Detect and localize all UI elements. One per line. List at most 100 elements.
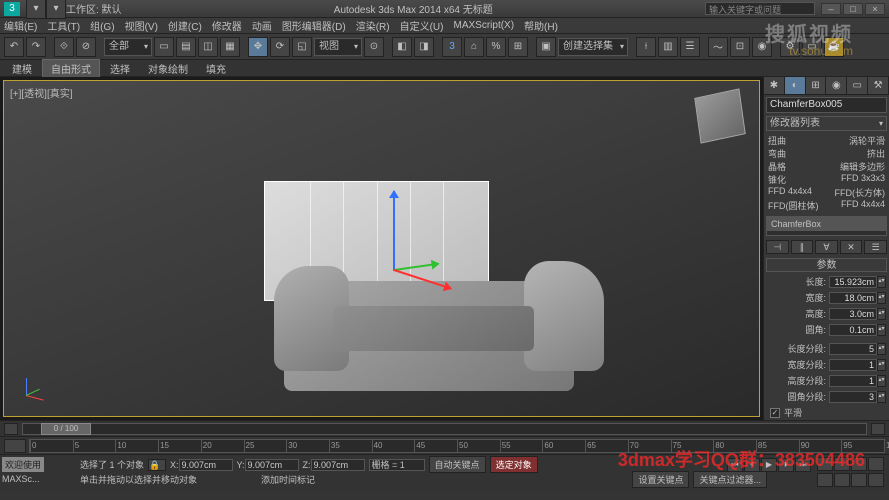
schematic-button[interactable]: ⊡ (730, 37, 750, 57)
menu-item[interactable]: 动画 (252, 18, 272, 33)
goto-end-button[interactable]: ⏭ (795, 458, 811, 472)
material-button[interactable]: ◉ (752, 37, 772, 57)
link-button[interactable]: ⟐ (54, 37, 74, 57)
params-rollout-header[interactable]: 参数 (766, 258, 887, 272)
curve-editor-button[interactable]: 〜 (708, 37, 728, 57)
show-end-button[interactable]: ∥ (791, 240, 814, 254)
modifier-shortcut[interactable]: 晶格编辑多边形 (766, 160, 887, 173)
spinner-icon[interactable]: ▴▾ (877, 276, 886, 288)
display-tab[interactable]: ▭ (847, 77, 868, 94)
viewcube[interactable] (694, 88, 746, 143)
walk-button[interactable] (868, 473, 884, 487)
modifier-list-dropdown[interactable]: 修改器列表▾ (766, 116, 887, 131)
menu-item[interactable]: 编辑(E) (4, 18, 37, 33)
ribbon-tab[interactable]: 自由形式 (42, 59, 100, 78)
titlebar-btn[interactable]: ▾ (26, 0, 46, 19)
lock-sel-button[interactable]: 🔒 (148, 459, 166, 471)
spinner-snap-button[interactable]: ⊞ (508, 37, 528, 57)
zoom-all-button[interactable] (851, 457, 867, 471)
welcome-link[interactable]: 欢迎使用 (2, 457, 44, 472)
spinner-icon[interactable]: ▴▾ (877, 292, 886, 304)
add-time-tag[interactable]: 添加时间标记 (261, 473, 315, 486)
viewport-label[interactable]: [+][透视][真实] (10, 85, 73, 100)
unique-button[interactable]: ∀ (815, 240, 838, 254)
axis-z[interactable] (393, 191, 395, 271)
time-slider-track[interactable]: 0 / 100 (22, 423, 867, 435)
rotate-button[interactable]: ⟳ (270, 37, 290, 57)
autokey-button[interactable]: 自动关键点 (429, 456, 486, 473)
selected-filter[interactable]: 选定对象 (490, 456, 538, 473)
time-slider-handle[interactable]: 0 / 100 (41, 423, 91, 435)
render-button[interactable]: ☕ (824, 37, 844, 57)
stack-item[interactable]: ChamferBox (767, 217, 886, 231)
menu-item[interactable]: 图形编辑器(D) (282, 18, 346, 33)
coord-z-input[interactable] (311, 459, 365, 471)
menu-item[interactable]: 帮助(H) (524, 18, 558, 33)
pivot-button[interactable]: ⊙ (364, 37, 384, 57)
hierarchy-tab[interactable]: ⊞ (806, 77, 827, 94)
menu-item[interactable]: MAXScript(X) (453, 20, 514, 31)
named-sel-button[interactable]: ▣ (536, 37, 556, 57)
remove-mod-button[interactable]: ✕ (840, 240, 863, 254)
goto-start-button[interactable]: ⏮ (727, 458, 743, 472)
spinner-icon[interactable]: ▴▾ (877, 391, 886, 403)
move-button[interactable]: ✥ (248, 37, 268, 57)
render-frame-button[interactable]: ▭ (802, 37, 822, 57)
menu-item[interactable]: 渲染(R) (356, 18, 390, 33)
modifier-shortcut[interactable]: 扭曲涡轮平滑 (766, 134, 887, 147)
max-toggle-button[interactable] (851, 473, 867, 487)
modifier-shortcut[interactable]: FFD(圆柱体)FFD 4x4x4 (766, 199, 887, 212)
ribbon-tab[interactable]: 填充 (198, 60, 234, 77)
mirror-button[interactable]: ⟊ (636, 37, 656, 57)
unlink-button[interactable]: ⊘ (76, 37, 96, 57)
menu-item[interactable]: 自定义(U) (400, 18, 444, 33)
time-ruler[interactable]: 0510152025303540455055606570758085909510… (29, 439, 885, 453)
manipulate-button[interactable]: ◧ (392, 37, 412, 57)
ribbon-tab[interactable]: 选择 (102, 60, 138, 77)
maxscript-listener[interactable]: MAXSc... (2, 474, 74, 484)
menu-item[interactable]: 组(G) (90, 18, 114, 33)
help-search-input[interactable]: 输入关键字或问题 (705, 2, 815, 15)
close-button[interactable]: × (865, 3, 885, 15)
param-value-input[interactable]: 3.0cm (829, 308, 877, 320)
zoom-ext-button[interactable] (817, 473, 833, 487)
coord-x-input[interactable] (179, 459, 233, 471)
coord-y-input[interactable] (245, 459, 299, 471)
ref-coord-system[interactable]: 视图 (314, 38, 362, 56)
render-setup-button[interactable]: ⚙ (780, 37, 800, 57)
selection-filter[interactable]: 全部 (104, 38, 152, 56)
timeslider-prev[interactable] (4, 423, 18, 435)
percent-snap-button[interactable]: % (486, 37, 506, 57)
menu-item[interactable]: 视图(V) (125, 18, 158, 33)
pin-stack-button[interactable]: ⊣ (766, 240, 789, 254)
modifier-shortcut[interactable]: FFD 4x4x4FFD(长方体) (766, 186, 887, 199)
titlebar-btn[interactable]: ▾ (46, 0, 66, 19)
menu-item[interactable]: 工具(T) (47, 18, 80, 33)
modify-tab[interactable]: ◐ (785, 77, 806, 94)
align-button[interactable]: ▥ (658, 37, 678, 57)
ribbon-tab[interactable]: 建模 (4, 60, 40, 77)
maximize-button[interactable]: □ (843, 3, 863, 15)
modifier-shortcut[interactable]: 弯曲挤出 (766, 147, 887, 160)
workspace-label[interactable]: 工作区: 默认 (66, 1, 122, 16)
create-tab[interactable]: ✱ (764, 77, 785, 94)
menu-item[interactable]: 创建(C) (168, 18, 202, 33)
prev-frame-button[interactable]: ⏴ (744, 458, 760, 472)
modifier-stack[interactable]: ChamferBox (766, 216, 887, 236)
param-value-input[interactable]: 3 (829, 391, 877, 403)
minimize-button[interactable]: – (821, 3, 841, 15)
next-frame-button[interactable]: ⏵ (778, 458, 794, 472)
param-value-input[interactable]: 0.1cm (829, 324, 877, 336)
trackbar-toggle[interactable] (4, 439, 26, 453)
play-button[interactable]: ▶ (761, 458, 777, 472)
param-value-input[interactable]: 1 (829, 375, 877, 387)
layers-button[interactable]: ☰ (680, 37, 700, 57)
select-button[interactable]: ▭ (154, 37, 174, 57)
param-value-input[interactable]: 1 (829, 359, 877, 371)
scale-button[interactable]: ◱ (292, 37, 312, 57)
modifier-shortcut[interactable]: 锥化FFD 3x3x3 (766, 173, 887, 186)
setkey-button[interactable]: 设置关键点 (632, 471, 689, 488)
scene-object-sofa[interactable] (224, 161, 644, 417)
keymode-button[interactable]: ◨ (414, 37, 434, 57)
angle-snap-button[interactable]: ⌂ (464, 37, 484, 57)
